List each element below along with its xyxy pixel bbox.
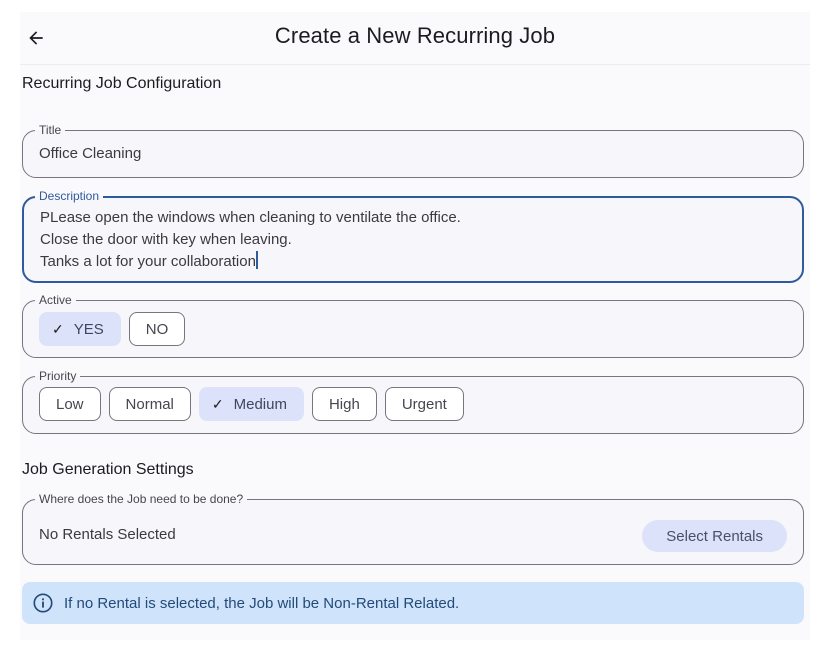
description-line: PLease open the windows when cleaning to… — [40, 209, 461, 226]
chip-label: YES — [73, 320, 104, 338]
description-field-value[interactable]: PLease open the windows when cleaning to… — [40, 207, 461, 273]
chip-label: NO — [145, 320, 169, 338]
description-line-text: Tanks a lot for your collaboration — [40, 253, 256, 270]
info-icon — [32, 592, 54, 614]
priority-field: Priority Low Normal ✓ Medium High Urgent — [22, 369, 804, 434]
section-title-configuration: Recurring Job Configuration — [22, 75, 222, 92]
active-chip-no[interactable]: NO — [128, 312, 186, 346]
app-bar: Create a New Recurring Job — [20, 12, 810, 65]
priority-field-label: Priority — [35, 369, 81, 383]
priority-chip-high[interactable]: High — [311, 387, 377, 421]
priority-chip-low[interactable]: Low — [39, 387, 101, 421]
active-field: Active ✓ YES NO — [22, 293, 804, 358]
description-field[interactable]: Description PLease open the windows when… — [22, 189, 804, 283]
active-chip-group: ✓ YES NO — [39, 312, 186, 346]
description-field-label: Description — [35, 189, 104, 203]
page-title: Create a New Recurring Job — [274, 23, 556, 48]
title-field[interactable]: Title Office Cleaning — [22, 123, 804, 178]
priority-chip-normal[interactable]: Normal — [108, 387, 191, 421]
chip-label: Urgent — [401, 395, 447, 413]
create-recurring-job-page: Create a New Recurring Job Recurring Job… — [20, 12, 810, 640]
chip-label: High — [328, 395, 360, 413]
text-caret — [255, 251, 258, 269]
select-rentals-button[interactable]: Select Rentals — [642, 520, 787, 552]
section-title-generation: Job Generation Settings — [22, 461, 194, 478]
chip-label: Normal — [125, 395, 174, 413]
selected-rentals-value: No Rentals Selected — [39, 526, 176, 543]
location-field-label: Where does the Job need to be done? — [35, 492, 248, 506]
info-banner-text: If no Rental is selected, the Job will b… — [64, 594, 460, 612]
check-icon: ✓ — [211, 395, 224, 412]
info-banner: If no Rental is selected, the Job will b… — [22, 582, 804, 624]
priority-chip-medium[interactable]: ✓ Medium — [198, 387, 304, 421]
active-chip-yes[interactable]: ✓ YES — [39, 312, 121, 346]
active-field-label: Active — [35, 293, 76, 307]
description-line: Tanks a lot for your collaboration — [40, 251, 461, 273]
description-line: Close the door with key when leaving. — [40, 231, 292, 248]
chip-label: Medium — [233, 395, 287, 413]
chip-label: Low — [56, 395, 84, 413]
location-field: Where does the Job need to be done? No R… — [22, 492, 804, 565]
priority-chip-group: Low Normal ✓ Medium High Urgent — [39, 387, 464, 421]
check-icon: ✓ — [52, 320, 64, 337]
priority-chip-urgent[interactable]: Urgent — [384, 387, 464, 421]
title-field-value[interactable]: Office Cleaning — [39, 143, 141, 165]
title-field-label: Title — [35, 123, 66, 137]
